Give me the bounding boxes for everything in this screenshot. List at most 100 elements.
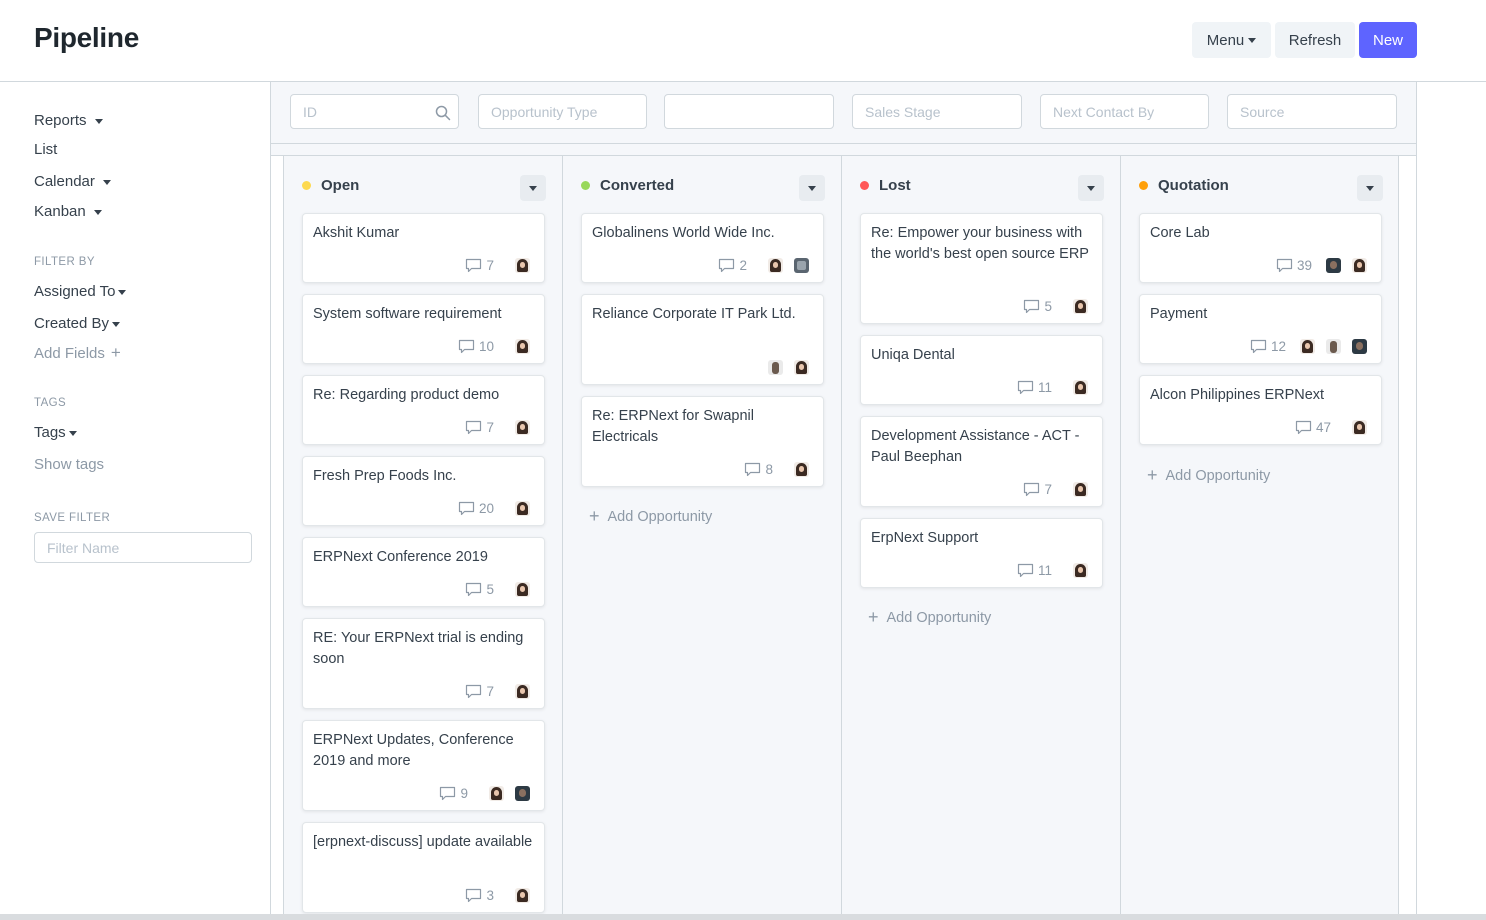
kanban-card[interactable]: Alcon Philippines ERPNext 47 [1139,375,1382,445]
card-meta: 47 [1295,418,1367,436]
kanban-card[interactable]: ERPNext Conference 2019 5 [302,537,545,607]
kanban-card[interactable]: Globalinens World Wide Inc. 2 [581,213,824,283]
comment-count: 12 [1250,339,1286,354]
kanban-card[interactable]: [erpnext-discuss] update available 3 [302,822,545,913]
kanban-card[interactable]: Payment 12 [1139,294,1382,364]
comment-count: 7 [465,420,494,435]
created-by-filter[interactable]: Created By [34,315,121,332]
comment-count: 39 [1276,258,1312,273]
column-dropdown-button[interactable] [799,175,825,201]
caret-down-icon [808,186,816,191]
card-meta: 5 [465,580,530,598]
tags-filter[interactable]: Tags [34,424,77,441]
column-dropdown-button[interactable] [1357,175,1383,201]
source-filter-input[interactable] [1227,94,1397,129]
avatar [1300,338,1315,354]
comment-icon [466,684,482,698]
card-meta: 10 [458,337,530,355]
add-opportunity-button[interactable]: + Add Opportunity [868,607,991,628]
avatar [515,785,530,801]
add-opportunity-button[interactable]: + Add Opportunity [589,506,712,527]
status-dot [860,181,869,190]
comment-count: 8 [744,462,773,477]
opportunity-type-filter-input[interactable] [478,94,647,129]
card-title: Re: Regarding product demo [313,387,500,403]
plus-icon: + [1147,465,1158,485]
comment-icon [745,462,761,476]
filter-bar [271,82,1416,144]
column-header: Converted [581,177,674,194]
show-tags-link[interactable]: Show tags [34,456,104,473]
card-title: Alcon Philippines ERPNext [1150,387,1325,403]
kanban-card[interactable]: Re: ERPNext for Swapnil Electricals 8 [581,396,824,487]
sidebar-item-calendar[interactable]: Calendar [34,173,111,190]
comment-count: 3 [465,888,494,903]
caret-down-icon [118,289,127,295]
add-opportunity-button[interactable]: + Add Opportunity [1147,465,1270,486]
new-button[interactable]: New [1359,22,1417,58]
card-meta: 11 [1017,378,1088,396]
kanban-card[interactable]: Akshit Kumar 7 [302,213,545,283]
comment-count: 11 [1017,563,1052,578]
comment-count: 7 [465,684,494,699]
column-dropdown-button[interactable] [520,175,546,201]
kanban-card[interactable]: Re: Empower your business with the world… [860,213,1103,324]
comment-count: 20 [458,501,494,516]
card-meta [757,358,809,376]
comment-icon [1250,339,1267,353]
caret-down-icon [112,321,121,327]
kanban-card[interactable]: ERPNext Updates, Conference 2019 and mor… [302,720,545,811]
comment-icon [458,339,475,353]
kanban-card[interactable]: Fresh Prep Foods Inc. 20 [302,456,545,526]
avatar [768,257,783,273]
avatar [794,359,809,375]
comment-icon [440,786,456,800]
kanban-card[interactable]: Development Assistance - ACT - Paul Beep… [860,416,1103,507]
kanban-column-converted: Converted Globalinens World Wide Inc. 2 … [562,156,841,920]
kanban-card[interactable]: RE: Your ERPNext trial is ending soon 7 [302,618,545,709]
menu-button[interactable]: Menu [1192,22,1271,58]
kanban-card[interactable]: System software requirement 10 [302,294,545,364]
card-title: Re: ERPNext for Swapnil Electricals [592,408,754,445]
plus-icon: + [589,506,600,526]
status-dot [302,181,311,190]
comment-count: 9 [439,786,468,801]
sales-stage-filter-input[interactable] [852,94,1022,129]
column-dropdown-button[interactable] [1078,175,1104,201]
card-title: ERPNext Conference 2019 [313,549,488,565]
card-meta: 9 [439,784,530,802]
avatar [1352,338,1367,354]
card-meta: 5 [1023,297,1088,315]
search-icon [435,105,451,121]
next-contact-by-filter-input[interactable] [1040,94,1209,129]
comment-icon [1017,380,1034,394]
filter-by-heading: FILTER BY [34,256,95,268]
card-meta: 39 [1276,256,1367,274]
card-title: Reliance Corporate IT Park Ltd. [592,306,796,322]
kanban-card[interactable]: Uniqa Dental 11 [860,335,1103,405]
refresh-button[interactable]: Refresh [1275,22,1355,58]
add-fields-link[interactable]: Add Fields + [34,343,121,363]
unlabeled-filter-input[interactable] [664,94,834,129]
main-area: Open Akshit Kumar 7 System software requ… [270,82,1417,920]
filter-name-input[interactable] [34,532,252,563]
comment-count: 5 [465,582,494,597]
column-header: Open [302,177,359,194]
sidebar-item-reports[interactable]: Reports [34,112,103,129]
caret-down-icon [68,430,77,436]
kanban-card[interactable]: Re: Regarding product demo 7 [302,375,545,445]
id-filter-input[interactable] [290,94,459,129]
kanban-card[interactable]: ErpNext Support 11 [860,518,1103,588]
assigned-to-filter[interactable]: Assigned To [34,283,127,300]
sidebar-item-list[interactable]: List [34,141,57,158]
card-meta: 7 [465,256,530,274]
avatar [489,785,504,801]
avatar [1073,298,1088,314]
caret-down-icon [1248,38,1257,44]
sidebar-item-kanban[interactable]: Kanban [34,203,102,220]
card-title: ERPNext Updates, Conference 2019 and mor… [313,732,514,769]
kanban-card[interactable]: Core Lab 39 [1139,213,1382,283]
board-divider [271,144,1416,156]
avatar [515,581,530,597]
kanban-card[interactable]: Reliance Corporate IT Park Ltd. [581,294,824,385]
